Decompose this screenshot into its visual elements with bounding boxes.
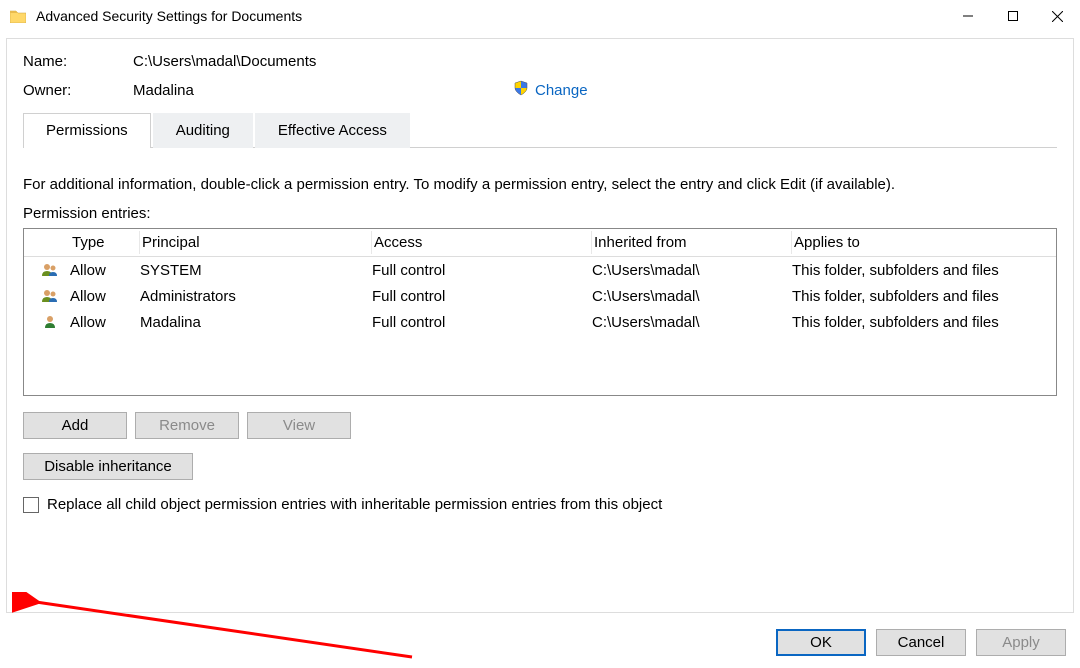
permission-entries-label: Permission entries:	[23, 205, 1057, 222]
close-button[interactable]	[1035, 0, 1080, 32]
tab-permissions[interactable]: Permissions	[23, 113, 151, 148]
cell-type: Allow	[70, 314, 140, 331]
permission-entries-list[interactable]: Type Principal Access Inherited from App…	[23, 228, 1057, 396]
name-value: C:\Users\madal\Documents	[133, 53, 316, 70]
owner-label: Owner:	[23, 82, 133, 99]
content-panel: Name: C:\Users\madal\Documents Owner: Ma…	[6, 38, 1074, 613]
header-principal[interactable]: Principal	[140, 231, 372, 254]
cell-inherited: C:\Users\madal\	[592, 288, 792, 305]
people-icon	[30, 263, 70, 277]
cell-principal: Administrators	[140, 288, 372, 305]
dialog-footer: OK Cancel Apply	[0, 619, 1080, 668]
people-icon	[30, 289, 70, 303]
tab-strip: Permissions Auditing Effective Access	[23, 112, 1057, 148]
cell-access: Full control	[372, 314, 592, 331]
cell-type: Allow	[70, 262, 140, 279]
folder-icon	[10, 9, 26, 23]
owner-row: Owner: Madalina Change	[23, 80, 1057, 100]
cell-inherited: C:\Users\madal\	[592, 262, 792, 279]
titlebar: Advanced Security Settings for Documents	[0, 0, 1080, 32]
cell-applies: This folder, subfolders and files	[792, 288, 1057, 305]
cell-access: Full control	[372, 288, 592, 305]
cancel-button[interactable]: Cancel	[876, 629, 966, 656]
replace-checkbox-label[interactable]: Replace all child object permission entr…	[47, 496, 662, 513]
owner-value: Madalina	[133, 82, 513, 99]
add-button[interactable]: Add	[23, 412, 127, 439]
cell-applies: This folder, subfolders and files	[792, 314, 1057, 331]
replace-checkbox-row: Replace all child object permission entr…	[23, 496, 1057, 513]
cell-type: Allow	[70, 288, 140, 305]
disable-inheritance-button[interactable]: Disable inheritance	[23, 453, 193, 480]
change-owner-link[interactable]: Change	[535, 82, 588, 99]
maximize-button[interactable]	[990, 0, 1035, 32]
window-title: Advanced Security Settings for Documents	[36, 8, 945, 24]
cell-principal: SYSTEM	[140, 262, 372, 279]
tab-auditing[interactable]: Auditing	[153, 113, 253, 148]
cell-applies: This folder, subfolders and files	[792, 262, 1057, 279]
ok-button[interactable]: OK	[776, 629, 866, 656]
entry-buttons-row: Add Remove View	[23, 412, 1057, 439]
list-row[interactable]: Allow SYSTEM Full control C:\Users\madal…	[24, 257, 1056, 283]
cell-access: Full control	[372, 262, 592, 279]
cell-principal: Madalina	[140, 314, 372, 331]
minimize-button[interactable]	[945, 0, 990, 32]
header-inherited[interactable]: Inherited from	[592, 231, 792, 254]
shield-icon	[513, 80, 529, 100]
window: Advanced Security Settings for Documents…	[0, 0, 1080, 668]
name-label: Name:	[23, 53, 133, 70]
view-button[interactable]: View	[247, 412, 351, 439]
header-type[interactable]: Type	[70, 231, 140, 254]
tab-effective-access[interactable]: Effective Access	[255, 113, 410, 148]
header-access[interactable]: Access	[372, 231, 592, 254]
person-icon	[30, 315, 70, 329]
instructions-text: For additional information, double-click…	[23, 176, 1057, 193]
name-row: Name: C:\Users\madal\Documents	[23, 53, 1057, 70]
header-applies[interactable]: Applies to	[792, 231, 1057, 254]
list-row[interactable]: Allow Madalina Full control C:\Users\mad…	[24, 309, 1056, 335]
replace-child-entries-checkbox[interactable]	[23, 497, 39, 513]
apply-button[interactable]: Apply	[976, 629, 1066, 656]
cell-inherited: C:\Users\madal\	[592, 314, 792, 331]
list-row[interactable]: Allow Administrators Full control C:\Use…	[24, 283, 1056, 309]
list-headers: Type Principal Access Inherited from App…	[24, 229, 1056, 257]
inheritance-row: Disable inheritance	[23, 453, 1057, 480]
remove-button[interactable]: Remove	[135, 412, 239, 439]
